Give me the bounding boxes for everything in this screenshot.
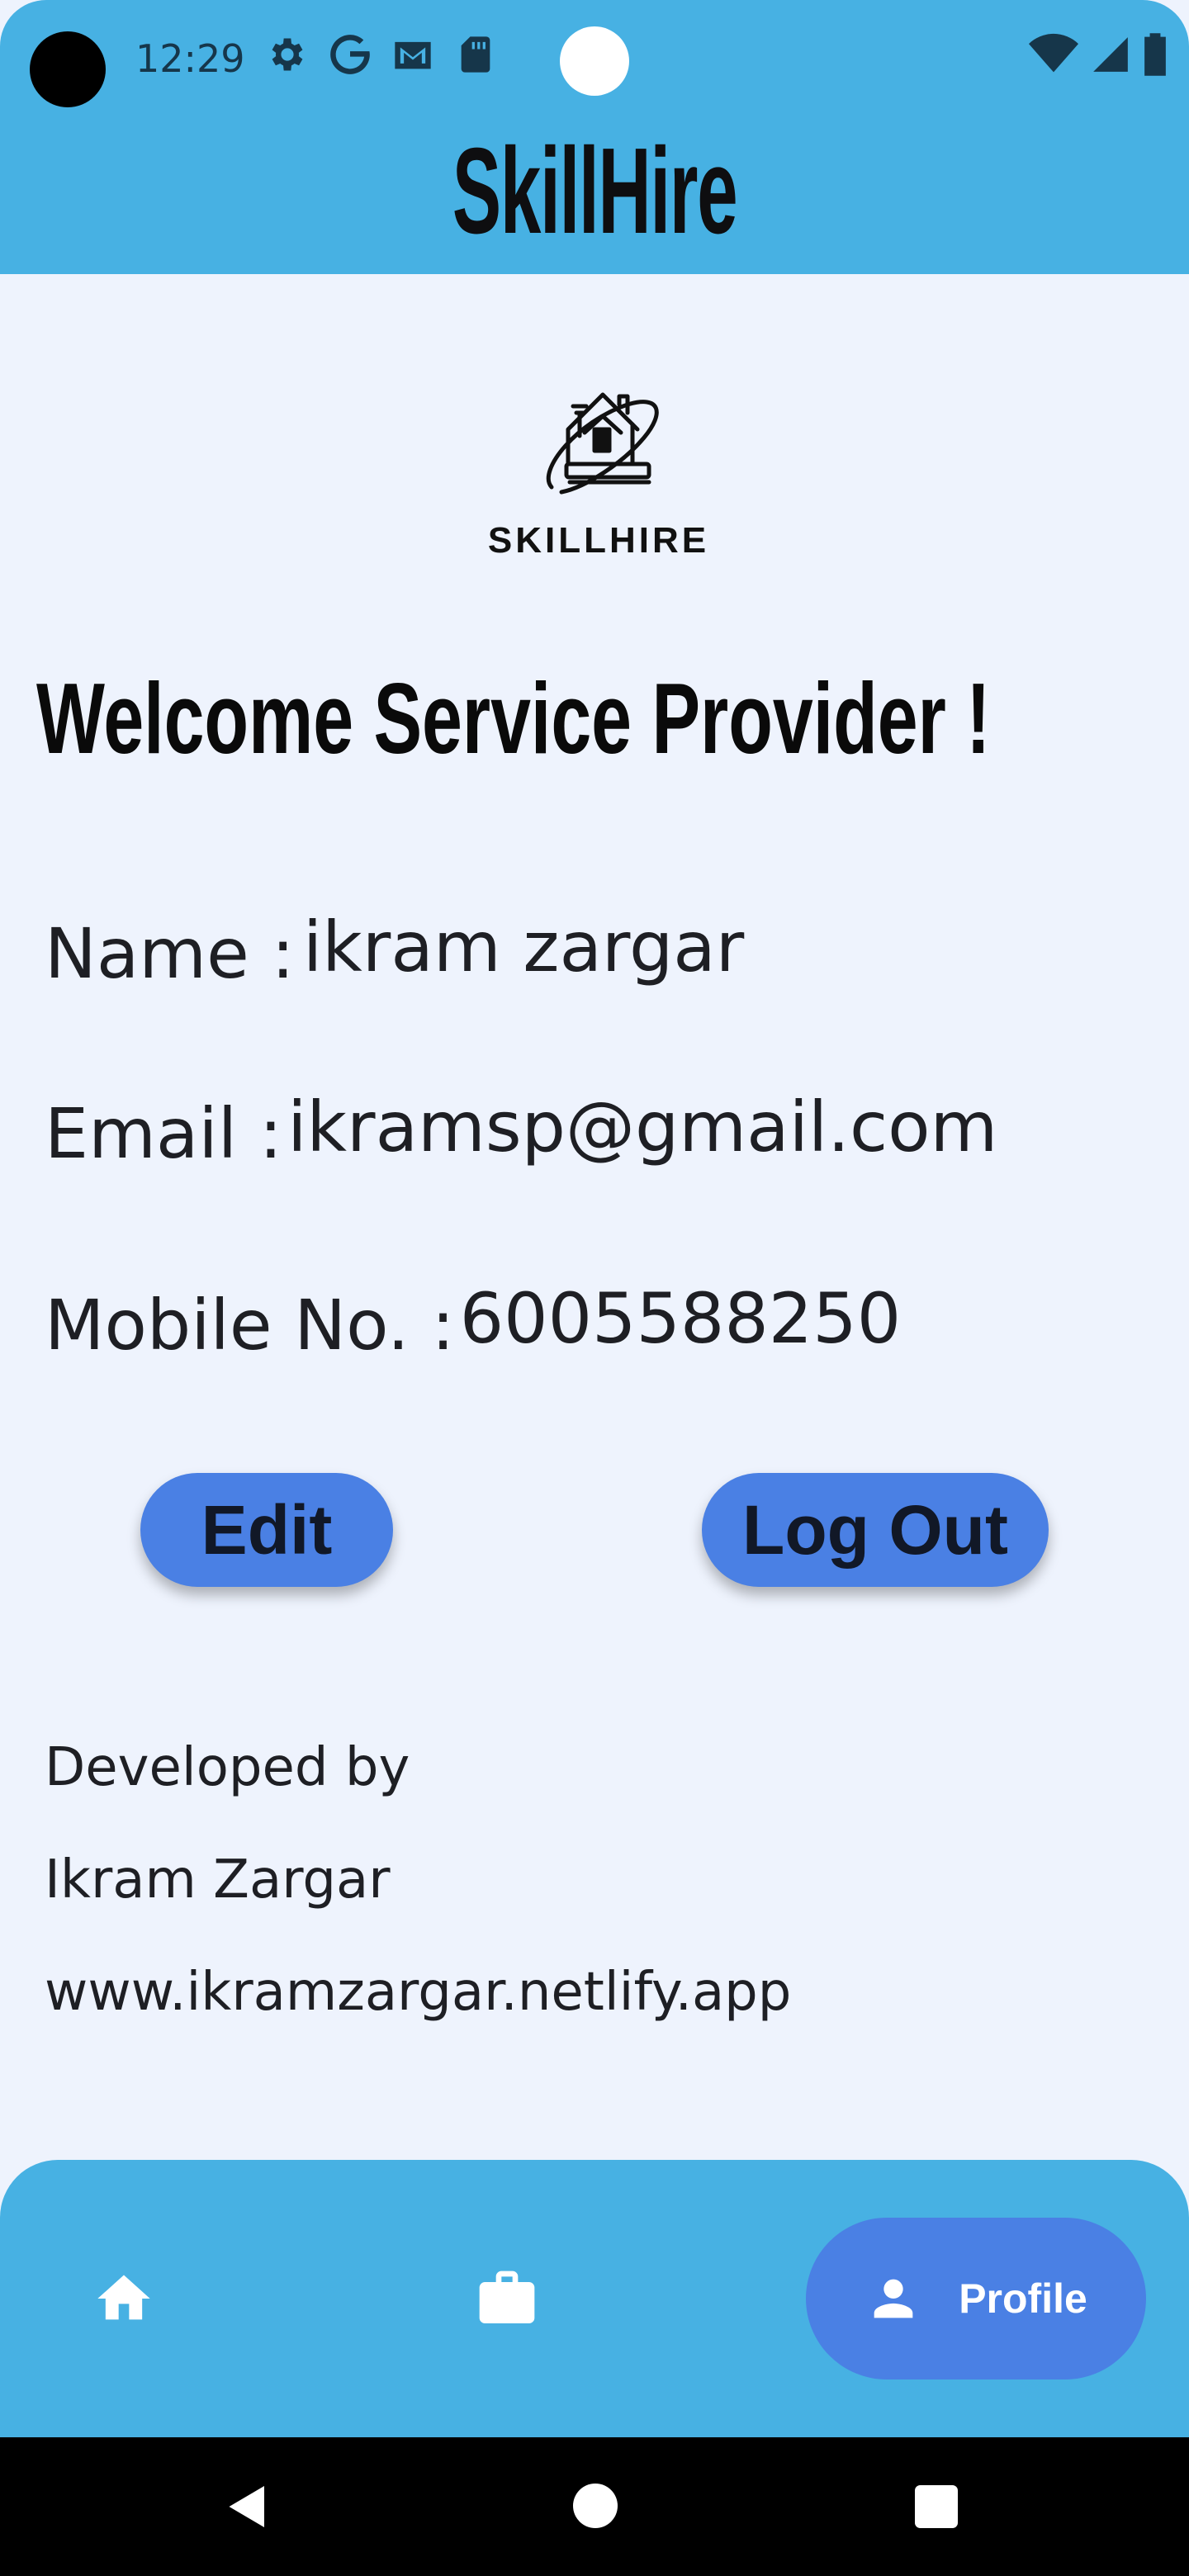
- skillhire-logo: SKILLHIRE: [487, 372, 710, 570]
- mobile-value: 6005588250: [459, 1278, 902, 1359]
- status-time: 12:29: [135, 36, 245, 81]
- developed-by-label: Developed by: [45, 1737, 410, 1798]
- system-navigation-bar: [0, 2437, 1189, 2576]
- nav-item-jobs[interactable]: [474, 2266, 540, 2332]
- nav-profile-label: Profile: [959, 2275, 1087, 2322]
- email-value: ikramsp@gmail.com: [287, 1087, 998, 1167]
- mobile-label: Mobile No. :: [45, 1285, 455, 1366]
- camera-cutout: [30, 31, 106, 107]
- signal-icon: [1093, 37, 1128, 72]
- wifi-icon: [1029, 33, 1078, 73]
- status-system-icons: [1029, 33, 1168, 76]
- nav-item-home[interactable]: [92, 2267, 155, 2330]
- recents-icon[interactable]: [915, 2485, 958, 2528]
- briefcase-icon: [479, 2271, 535, 2323]
- house-tools-logo-icon: [546, 392, 659, 495]
- welcome-heading: Welcome Service Provider !: [36, 662, 991, 774]
- mobile-row: Mobile No. : 6005588250: [45, 1278, 901, 1366]
- home-circle-icon[interactable]: [573, 2484, 618, 2528]
- nav-item-profile[interactable]: Profile: [806, 2218, 1146, 2379]
- google-g-icon: [330, 35, 370, 74]
- status-dot: [560, 26, 629, 96]
- back-icon[interactable]: [223, 2482, 272, 2531]
- gear-icon: [272, 38, 303, 71]
- logo-wordmark: SKILLHIRE: [487, 520, 710, 561]
- name-value: ikram zargar: [302, 907, 745, 987]
- sd-card-icon: [461, 36, 490, 73]
- edit-button[interactable]: Edit: [140, 1473, 393, 1587]
- app-title: SkillHire: [452, 123, 738, 259]
- status-bar: 12:29: [0, 0, 1189, 116]
- gmail-icon: [395, 41, 431, 69]
- developer-name: Ikram Zargar: [45, 1849, 391, 1911]
- name-label: Name :: [45, 913, 295, 994]
- logout-button[interactable]: Log Out: [702, 1473, 1049, 1587]
- name-row: Name : ikram zargar: [45, 902, 744, 994]
- status-notification-icons: [266, 33, 497, 76]
- person-icon: [874, 2279, 913, 2318]
- email-row: Email : ikramsp@gmail.com: [45, 1087, 997, 1174]
- bottom-navigation: Profile: [0, 2160, 1189, 2437]
- battery-icon: [1144, 33, 1166, 76]
- developer-website-link[interactable]: www.ikramzargar.netlify.app: [45, 1962, 791, 2023]
- home-icon: [97, 2275, 150, 2320]
- email-label: Email :: [45, 1093, 283, 1174]
- app-bar: SkillHire: [0, 116, 1189, 274]
